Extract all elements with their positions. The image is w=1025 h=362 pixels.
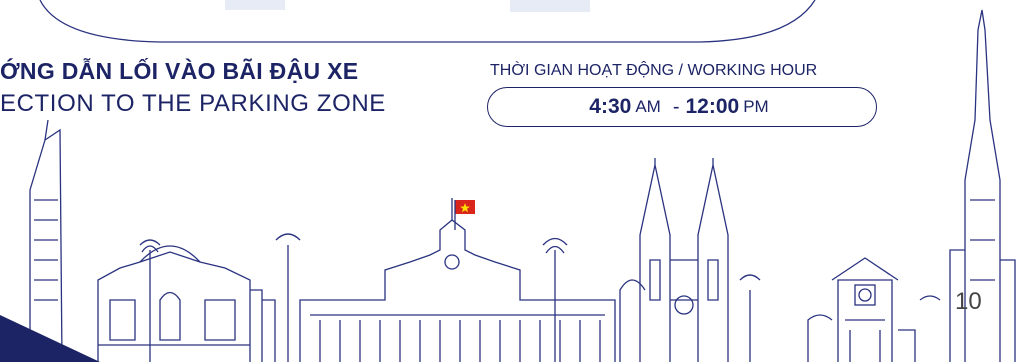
vietnam-flag-icon: [454, 200, 475, 230]
working-hours-label: THỜI GIAN HOẠT ĐỘNG / WORKING HOUR: [490, 62, 818, 79]
page-title-english: ECTION TO THE PARKING ZONE: [0, 90, 386, 117]
close-suffix: PM: [743, 97, 769, 116]
working-hours-badge: 4:30 AM - 12:00 PM: [487, 87, 877, 127]
page-title-vietnamese: ỚNG DẪN LỐI VÀO BÃI ĐẬU XE: [0, 58, 359, 84]
corner-triangle: [0, 315, 100, 362]
skyline-illustration: [0, 0, 1016, 362]
time-separator: -: [672, 95, 680, 118]
open-suffix: AM: [635, 97, 661, 116]
slide: ỚNG DẪN LỐI VÀO BÃI ĐẬU XE ECTION TO THE…: [0, 0, 1025, 362]
open-time: 4:30: [589, 95, 632, 118]
page-number: 10: [955, 288, 982, 315]
close-time: 12:00: [685, 95, 740, 118]
